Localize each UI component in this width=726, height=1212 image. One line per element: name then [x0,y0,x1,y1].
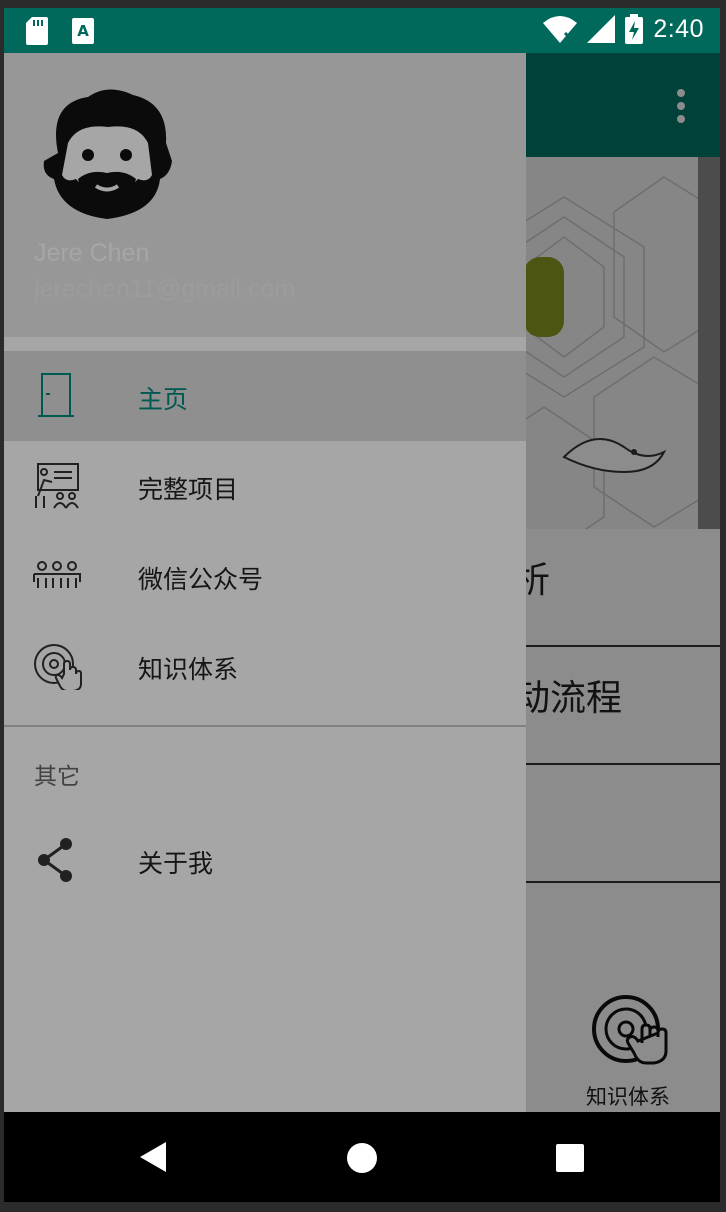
navigation-drawer: Jere Chen jerechen11@gmail.com 主页 完整项目 微… [4,53,526,1112]
status-bar: A 2:40 [4,8,720,53]
back-icon[interactable] [138,1140,168,1174]
menu-item-knowledge[interactable]: 知识体系 [4,621,526,711]
drawer-header: Jere Chen jerechen11@gmail.com [4,53,526,337]
user-name: Jere Chen [34,239,150,267]
menu-item-label: 知识体系 [138,655,239,684]
text-a-icon: A [72,18,94,44]
battery-charging-icon [625,14,644,44]
avatar[interactable] [38,83,176,223]
group-icon [33,561,81,588]
status-time: 2:40 [653,14,704,43]
disc-hand-icon [34,644,82,690]
menu-item-label: 关于我 [138,849,214,878]
door-icon [38,373,74,417]
system-nav-bar [4,1112,720,1202]
svg-text:A: A [77,22,89,40]
menu-item-about[interactable]: 关于我 [4,815,526,905]
recents-icon[interactable] [556,1144,584,1172]
phone-screen: 析 动流程 知识体系 A 2:40 Jere Chen jerechen11@g… [4,8,720,1202]
menu-item-wechat[interactable]: 微信公众号 [4,531,526,621]
home-icon[interactable] [346,1142,378,1174]
menu-item-label: 主页 [138,385,189,414]
menu-item-label: 微信公众号 [138,565,264,594]
section-header-other: 其它 [34,764,80,790]
menu-item-label: 完整项目 [138,475,239,504]
share-icon [38,838,72,882]
sd-card-icon [26,17,48,45]
menu-item-projects[interactable]: 完整项目 [4,441,526,531]
wifi-icon [543,16,578,43]
presentation-icon [35,463,79,509]
menu-item-home[interactable]: 主页 [4,351,526,441]
divider [4,725,526,727]
user-email: jerechen11@gmail.com [34,275,296,303]
signal-icon [587,15,616,43]
